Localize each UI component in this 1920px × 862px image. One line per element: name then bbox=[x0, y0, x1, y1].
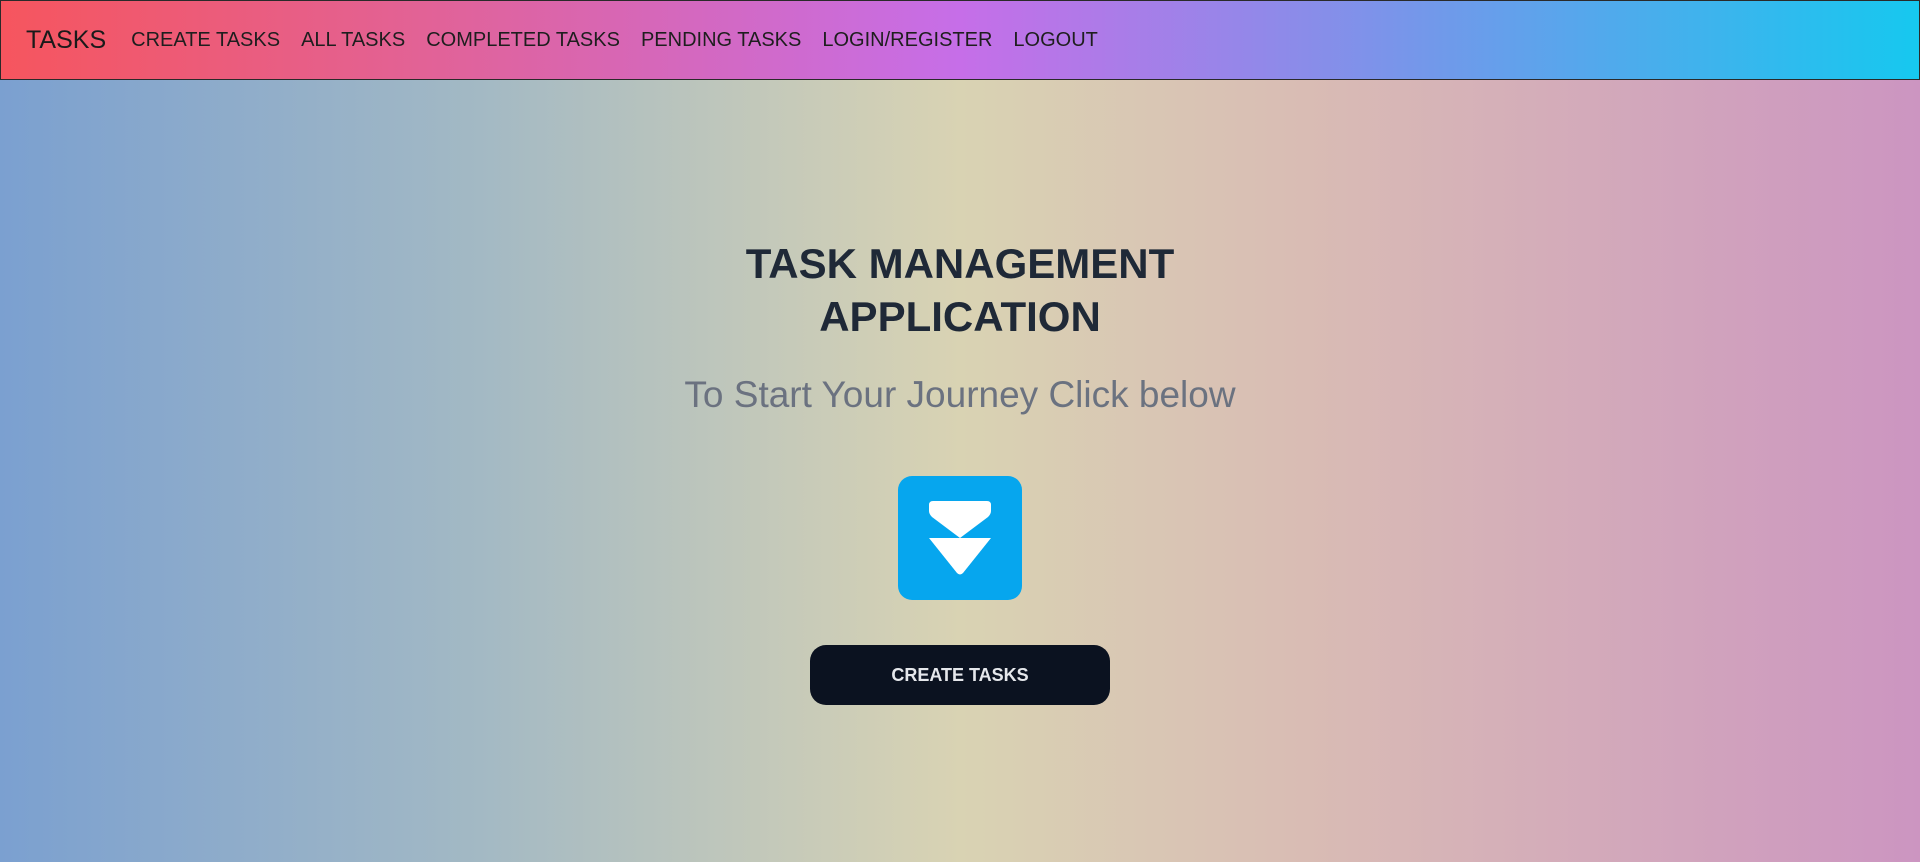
title-line-1: TASK MANAGEMENT bbox=[745, 240, 1175, 287]
navbar: TASKS CREATE TASKS ALL TASKS COMPLETED T… bbox=[0, 0, 1920, 80]
double-chevron-down-icon bbox=[898, 476, 1022, 600]
nav-list: CREATE TASKS ALL TASKS COMPLETED TASKS P… bbox=[131, 29, 1119, 52]
nav-pending-tasks[interactable]: PENDING TASKS bbox=[641, 29, 801, 52]
page-title: TASK MANAGEMENT APPLICATION bbox=[660, 237, 1260, 343]
brand-link[interactable]: TASKS bbox=[26, 26, 106, 55]
create-tasks-button[interactable]: CREATE TASKS bbox=[810, 645, 1110, 705]
nav-create-tasks[interactable]: CREATE TASKS bbox=[131, 29, 280, 52]
nav-login-register[interactable]: LOGIN/REGISTER bbox=[822, 29, 992, 52]
nav-logout[interactable]: LOGOUT bbox=[1013, 29, 1097, 52]
title-line-2: APPLICATION bbox=[819, 293, 1101, 340]
nav-completed-tasks[interactable]: COMPLETED TASKS bbox=[426, 29, 620, 52]
nav-all-tasks[interactable]: ALL TASKS bbox=[301, 29, 405, 52]
double-chevron-down-icon-svg bbox=[929, 501, 991, 575]
page-subtitle: To Start Your Journey Click below bbox=[684, 374, 1236, 415]
